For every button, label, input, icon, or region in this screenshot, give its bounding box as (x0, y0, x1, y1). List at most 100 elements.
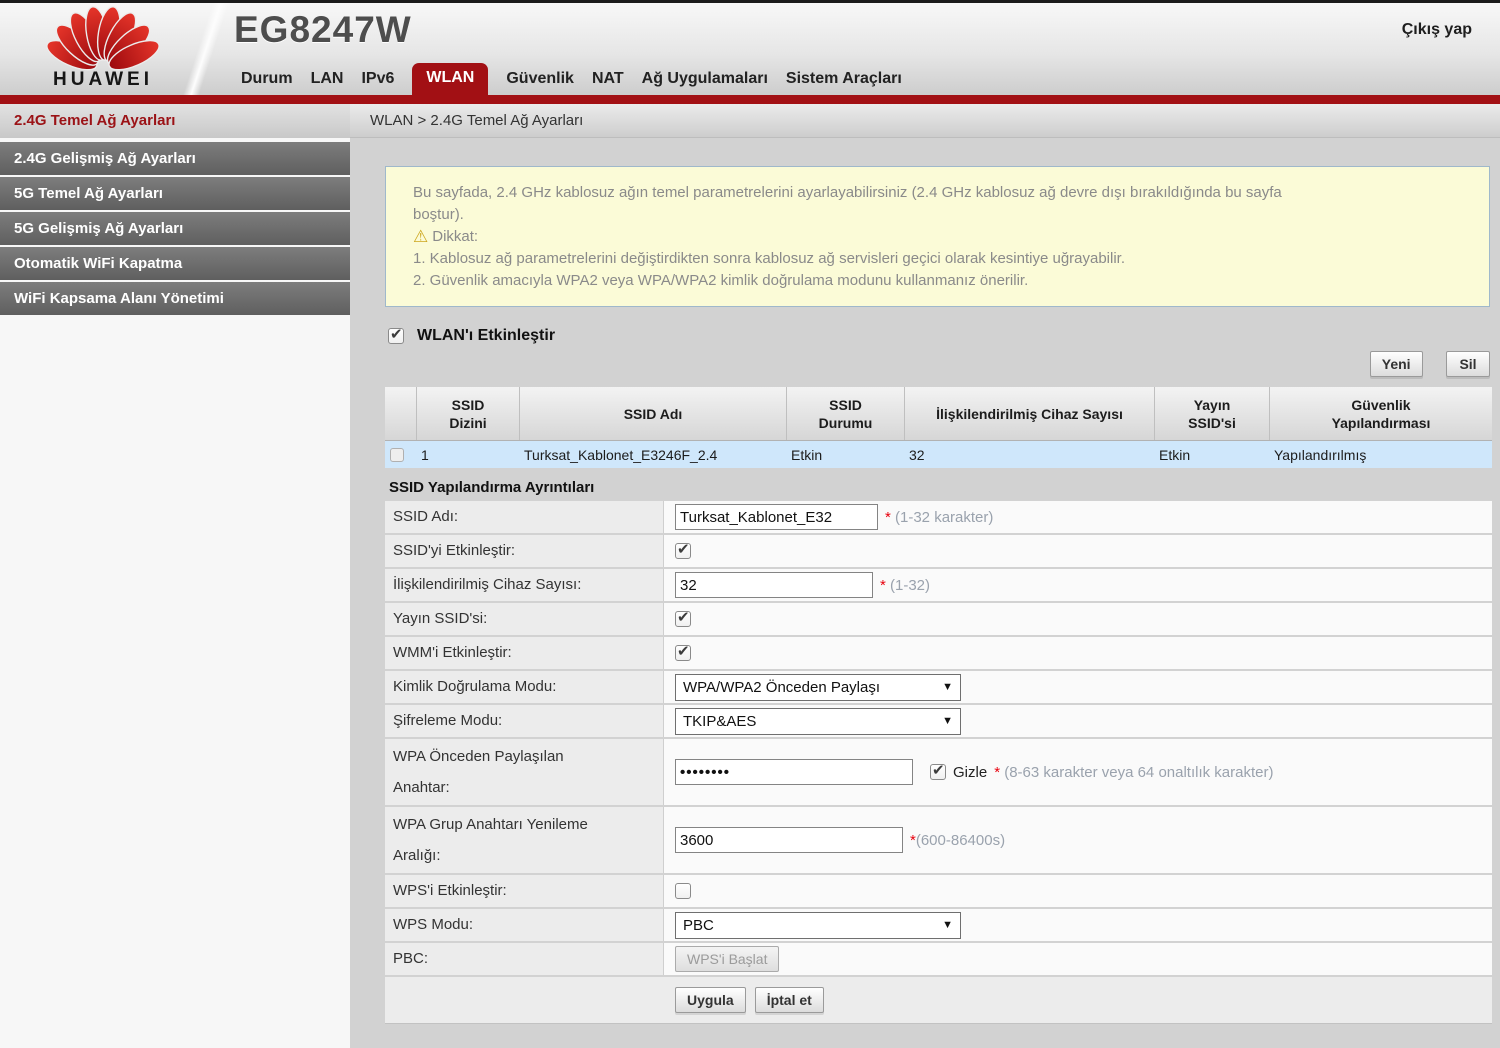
field-label: İlişkilendirilmiş Cihaz Sayısı: (393, 575, 581, 595)
delete-button[interactable]: Sil (1446, 351, 1490, 377)
table-header-cell: Güvenlik Yapılandırması (1270, 387, 1492, 440)
wps-enable-checkbox[interactable] (675, 883, 691, 899)
form-row-wmm-enable: WMM'i Etkinleştir: (385, 637, 1492, 671)
form-row-broadcast-ssid: Yayın SSID'si: (385, 603, 1492, 637)
field-label-cell: PBC: (385, 943, 664, 975)
field-label-cell: WPA Önceden Paylaşılan Anahtar: (385, 739, 664, 805)
nav-tab-sistem-ara-lar[interactable]: Sistem Araçları (786, 70, 902, 88)
cancel-button[interactable]: İptal et (755, 987, 824, 1013)
field-label: PBC: (393, 949, 428, 969)
logout-link[interactable]: Çıkış yap (1402, 21, 1472, 39)
nav-tab-wlan[interactable]: WLAN (412, 63, 488, 95)
huawei-wordmark: HUAWEI (28, 69, 178, 91)
column-header-label: Yayın SSID'si (1177, 396, 1247, 432)
field-label-cell: WPA Grup Anahtarı Yenileme Aralığı: (385, 807, 664, 873)
hide-password-checkbox[interactable] (930, 764, 946, 780)
chevron-down-icon: ▼ (942, 715, 953, 727)
column-header-label: İlişkilendirilmiş Cihaz Sayısı (936, 405, 1123, 423)
ssid-config-form: SSID Adı:* (1-32 karakter)SSID'yi Etkinl… (385, 501, 1492, 977)
field-label-cell: İlişkilendirilmiş Cihaz Sayısı: (385, 569, 664, 601)
field-value-cell (664, 637, 1492, 669)
table-cell: Etkin (787, 447, 905, 463)
chevron-down-icon: ▼ (942, 681, 953, 693)
nav-tab-durum[interactable]: Durum (241, 70, 293, 88)
assoc-devices-input[interactable] (675, 572, 873, 598)
field-hint: (1-32) (886, 577, 930, 594)
field-label: WMM'i Etkinleştir: (393, 643, 512, 663)
field-value-cell (664, 603, 1492, 635)
notice-box: Bu sayfada, 2.4 GHz kablosuz ağın temel … (385, 166, 1490, 307)
notice-item-2: 2. Güvenlik amacıyla WPA2 veya WPA/WPA2 … (413, 270, 1465, 292)
encryption-mode-select[interactable]: TKIP&AES ▼ (675, 708, 961, 735)
wps-mode-select[interactable]: PBC▼ (675, 912, 961, 939)
table-cell: Turksat_Kablonet_E3246F_2.4 (520, 447, 787, 463)
column-header-label: SSID Adı (624, 405, 683, 423)
content-area: WLAN > 2.4G Temel Ağ Ayarları Bu sayfada… (350, 104, 1500, 1048)
table-cell: 32 (905, 447, 1155, 463)
breadcrumb: WLAN > 2.4G Temel Ağ Ayarları (350, 104, 1500, 138)
nav-tab-nat[interactable]: NAT (592, 70, 624, 88)
auth-mode-select[interactable]: WPA/WPA2 Önceden Paylaşı▼ (675, 674, 961, 701)
warning-label: Dikkat: (432, 226, 478, 248)
sidebar-item-otomatik-wifi-kapatma[interactable]: Otomatik WiFi Kapatma (0, 247, 350, 280)
field-label-cell: Kimlik Doğrulama Modu: (385, 671, 664, 703)
table-actions: Yeni Sil (350, 351, 1490, 377)
apply-button[interactable]: Uygula (675, 987, 746, 1013)
field-value-cell: * (1-32) (664, 569, 1492, 601)
form-row-ssid-name: SSID Adı:* (1-32 karakter) (385, 501, 1492, 535)
field-label-cell: WPS Modu: (385, 909, 664, 941)
table-cell: 1 (417, 447, 520, 463)
field-label-cell: SSID'yi Etkinleştir: (385, 535, 664, 567)
ssid-enable-checkbox[interactable] (675, 543, 691, 559)
ssid-name-input[interactable] (675, 504, 878, 530)
field-label: Yayın SSID'si: (393, 609, 487, 629)
ssid-table-header: SSID Dizini SSID Adı SSID Durumu İlişkilend… (385, 387, 1492, 441)
nav-tab-g-venlik[interactable]: Güvenlik (506, 70, 574, 88)
table-header-cell: SSID Dizini (417, 387, 520, 440)
field-value-cell: * (1-32 karakter) (664, 501, 1492, 533)
field-hint: (1-32 karakter) (891, 509, 994, 526)
sidebar-item-wifi-kapsama-alan-y-netimi[interactable]: WiFi Kapsama Alanı Yönetimi (0, 282, 350, 315)
header: HUAWEI EG8247W Çıkış yap DurumLANIPv6WLA… (0, 3, 1500, 95)
header-diagonal-divider (183, 3, 229, 95)
nav-tab-a-uygulamalar[interactable]: Ağ Uygulamaları (642, 70, 768, 88)
column-header-label: SSID Durumu (808, 396, 883, 432)
wlan-enable-label: WLAN'ı Etkinleştir (417, 327, 555, 345)
wmm-enable-checkbox[interactable] (675, 645, 691, 661)
sidebar-item-5g-temel-a-ayarlar[interactable]: 5G Temel Ağ Ayarları (0, 177, 350, 210)
field-value-cell: TKIP&AES ▼ (664, 705, 1492, 737)
table-header-select-cell (385, 387, 417, 440)
wlan-enable-row: WLAN'ı Etkinleştir (388, 327, 1500, 345)
notice-warning-line: ⚠ Dikkat: (413, 226, 1465, 248)
warning-icon: ⚠ (413, 227, 428, 247)
broadcast-ssid-checkbox[interactable] (675, 611, 691, 627)
field-label: WPA Grup Anahtarı Yenileme Aralığı: (393, 809, 608, 871)
router-admin-page: HUAWEI EG8247W Çıkış yap DurumLANIPv6WLA… (0, 0, 1500, 1048)
selected-option: TKIP&AES (683, 713, 756, 730)
field-label-cell: Yayın SSID'si: (385, 603, 664, 635)
wpa-psk-input[interactable] (675, 759, 913, 785)
nav-tab-ipv6[interactable]: IPv6 (361, 70, 394, 88)
ssid-table-row: 1Turksat_Kablonet_E3246F_2.4Etkin32Etkin… (385, 441, 1492, 468)
form-row-assoc-devices: İlişkilendirilmiş Cihaz Sayısı: * (1-32) (385, 569, 1492, 603)
main-nav: Durum LAN IPv6 WLAN Güvenlik NAT Ağ Uygulamala… (232, 63, 911, 95)
new-button[interactable]: Yeni (1370, 351, 1423, 377)
sidebar: 2.4G Temel Ağ Ayarları 2.4G Gelişmiş Ağ A… (0, 104, 350, 1048)
huawei-logo: HUAWEI (28, 5, 178, 91)
sidebar-item-2-4g-geli-mi-a-ayarlar[interactable]: 2.4G Gelişmiş Ağ Ayarları (0, 142, 350, 175)
field-label-cell: SSID Adı: (385, 501, 664, 533)
table-header-cell: SSID Durumu (787, 387, 905, 440)
row-select-checkbox[interactable] (390, 448, 404, 462)
accent-bar (0, 95, 1500, 104)
sidebar-item-2-4g-temel-a-ayarlar[interactable]: 2.4G Temel Ağ Ayarları (0, 104, 350, 138)
field-label: Şifreleme Modu: (393, 711, 502, 731)
wlan-enable-checkbox[interactable] (388, 328, 404, 344)
wpa-rekey-input[interactable] (675, 827, 903, 853)
notice-item-1: 1. Kablosuz ağ parametrelerini değiştird… (413, 248, 1465, 270)
field-label: WPS Modu: (393, 915, 473, 935)
field-label: WPS'i Etkinleştir: (393, 881, 507, 901)
field-label: WPA Önceden Paylaşılan Anahtar: (393, 741, 583, 803)
table-header-cell: SSID Adı (520, 387, 787, 440)
sidebar-item-5g-geli-mi-a-ayarlar[interactable]: 5G Gelişmiş Ağ Ayarları (0, 212, 350, 245)
nav-tab-lan[interactable]: LAN (311, 70, 344, 88)
